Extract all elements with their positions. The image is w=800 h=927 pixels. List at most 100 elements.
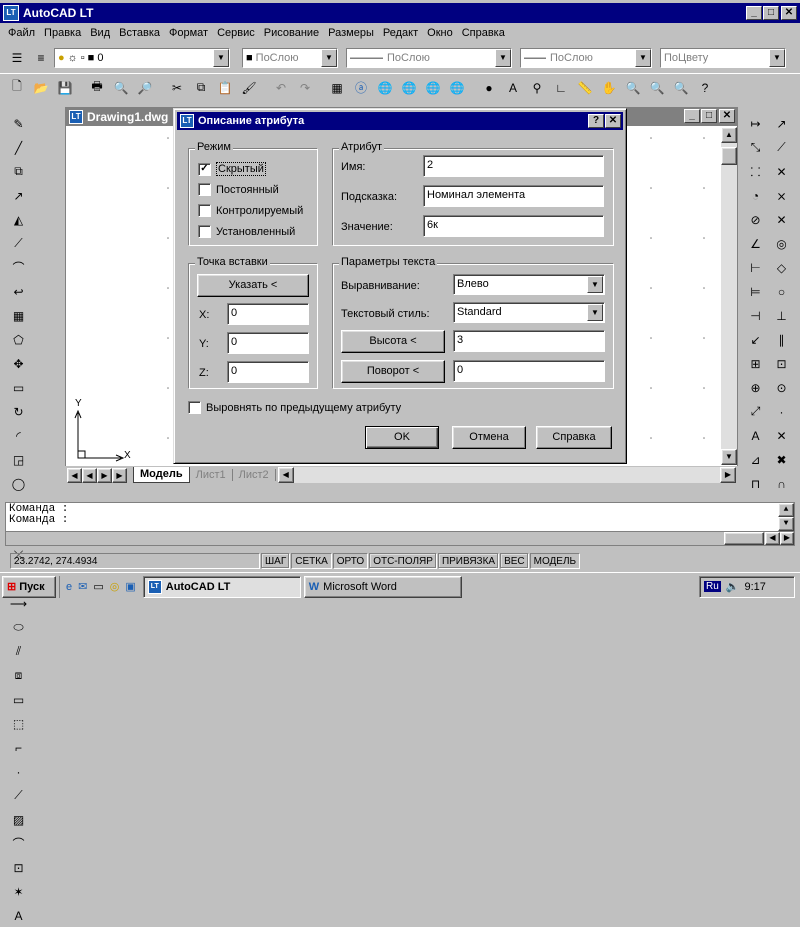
web-save-icon[interactable]: 🌐 xyxy=(446,77,468,99)
doc-close-button[interactable]: ✕ xyxy=(719,109,735,123)
snap-toggle[interactable]: ШАГ xyxy=(261,553,291,569)
help-icon[interactable]: ? xyxy=(694,77,716,99)
snap-midpoint-icon[interactable]: ⟋ xyxy=(769,136,794,159)
menu-draw[interactable]: Рисование xyxy=(264,27,319,39)
plotstyle-select[interactable]: ПоЦвету ▼ xyxy=(660,48,786,68)
grid-toggle[interactable]: СЕТКА xyxy=(291,553,332,569)
doc-maximize-button[interactable]: □ xyxy=(701,109,717,123)
snap-parallel-icon[interactable]: ∥ xyxy=(769,328,794,351)
x-input[interactable]: 0 xyxy=(227,303,309,325)
command-hscrollbar[interactable]: ◀ ▶ xyxy=(6,531,794,545)
ellipse-icon[interactable]: ⬭ xyxy=(6,616,31,639)
point-icon[interactable]: · xyxy=(6,760,31,783)
snap-clear-icon[interactable]: ✖ xyxy=(769,448,794,471)
match-properties-icon[interactable]: 🖌 xyxy=(238,77,260,99)
ie-icon[interactable]: e xyxy=(66,581,72,593)
zoom-previous-icon[interactable]: 🔍 xyxy=(670,77,692,99)
angular-dim-icon[interactable]: ∠ xyxy=(743,232,768,255)
snap-nearest-icon[interactable]: · xyxy=(769,400,794,423)
copy-object-icon[interactable]: ⧉ xyxy=(6,160,31,183)
dim-text-edit-icon[interactable]: A xyxy=(743,424,768,447)
tab-model[interactable]: Модель xyxy=(133,467,190,483)
verify-checkbox[interactable]: Контролируемый xyxy=(198,204,303,217)
hyperlink-icon[interactable]: ⓐ xyxy=(350,77,372,99)
polyline-icon[interactable]: ⟋ xyxy=(6,232,31,255)
scroll-left-icon[interactable]: ◀ xyxy=(765,532,780,545)
taskbar-word[interactable]: W Microsoft Word xyxy=(303,575,462,598)
linetype-select[interactable]: ——— ПоСлою ▼ xyxy=(346,48,512,68)
dialog-close-button[interactable]: ✕ xyxy=(605,114,621,128)
chevron-down-icon[interactable]: ▼ xyxy=(321,49,337,67)
taskbar-autocad[interactable]: LT AutoCAD LT xyxy=(142,575,301,598)
hatch-icon[interactable]: ▨ xyxy=(6,808,31,831)
web-open-icon[interactable]: 🌐 xyxy=(398,77,420,99)
make-block-icon[interactable]: ⬚ xyxy=(6,712,31,735)
menu-window[interactable]: Окно xyxy=(427,27,453,39)
chevron-down-icon[interactable]: ▼ xyxy=(495,49,511,67)
region-icon[interactable]: ⌒ xyxy=(6,832,31,855)
ucs-icon[interactable]: ∟ xyxy=(550,77,572,99)
height-input[interactable]: 3 xyxy=(453,330,605,352)
height-button[interactable]: Высота < xyxy=(341,330,445,353)
rotation-button[interactable]: Поворот < xyxy=(341,360,445,383)
menu-edit[interactable]: Правка xyxy=(44,27,81,39)
break-icon[interactable]: ⫽ xyxy=(6,640,31,663)
horizontal-scrollbar[interactable]: ◀ ▶ xyxy=(277,467,736,483)
menu-format[interactable]: Формат xyxy=(169,27,208,39)
layers-icon[interactable]: ☰ xyxy=(6,47,28,69)
fillet-icon[interactable]: ⌐ xyxy=(6,736,31,759)
menu-view[interactable]: Вид xyxy=(90,27,110,39)
close-button[interactable]: ✕ xyxy=(781,6,797,20)
vertical-scrollbar[interactable]: ▲ ▼ xyxy=(721,127,737,465)
tag-input[interactable]: 2 xyxy=(423,155,604,177)
osnap-toggle[interactable]: ПРИВЯЗКА xyxy=(437,553,500,569)
pick-point-button[interactable]: Указать < xyxy=(197,274,309,297)
dim-edit-icon[interactable]: ⤢ xyxy=(743,400,768,423)
array-icon[interactable]: ▦ xyxy=(6,304,31,327)
maximize-button[interactable]: □ xyxy=(763,6,779,20)
menu-modify[interactable]: Редакт xyxy=(383,27,418,39)
y-input[interactable]: 0 xyxy=(227,332,309,354)
explode-icon[interactable]: ⟋ xyxy=(6,784,31,807)
tolerance-icon[interactable]: ⊞ xyxy=(743,352,768,375)
scroll-right-icon[interactable]: ▶ xyxy=(780,532,794,545)
snap-endpoint-icon[interactable]: ↗ xyxy=(769,112,794,135)
scroll-right-icon[interactable]: ▶ xyxy=(720,467,736,483)
snap-apparent-icon[interactable]: ⨯ xyxy=(769,184,794,207)
minimize-button[interactable]: _ xyxy=(746,6,762,20)
spline-icon[interactable]: ↩ xyxy=(6,280,31,303)
tab-next-icon[interactable]: ▶ xyxy=(97,467,112,483)
preset-checkbox[interactable]: Установленный xyxy=(198,225,295,238)
image-icon[interactable]: ⊡ xyxy=(6,856,31,879)
polygon-icon[interactable]: ⬠ xyxy=(6,328,31,351)
snap-insert-icon[interactable]: ⊡ xyxy=(769,352,794,375)
command-window[interactable]: Команда : Команда : ▲ ▼ ◀ ▶ xyxy=(5,502,795,546)
desktop-icon[interactable]: ▭ xyxy=(93,580,103,593)
scroll-down-icon[interactable]: ▼ xyxy=(721,449,737,465)
insert-block-icon[interactable]: ⧈ xyxy=(6,664,31,687)
language-indicator[interactable]: Ru xyxy=(704,581,721,592)
redo-icon[interactable]: ↷ xyxy=(294,77,316,99)
align-below-checkbox[interactable]: Выровнять по предыдущему атрибуту xyxy=(188,401,401,414)
ortho-toggle[interactable]: ОРТО xyxy=(332,553,369,569)
autocad-quick-icon[interactable]: ▣ xyxy=(125,580,135,593)
dialog-help-button[interactable]: ? xyxy=(588,114,604,128)
print-preview-icon[interactable]: 🔍 xyxy=(110,77,132,99)
osnap-settings-icon[interactable]: ∩ xyxy=(769,472,794,495)
mtext-icon[interactable]: A xyxy=(6,904,31,927)
pan-icon[interactable]: ✋ xyxy=(598,77,620,99)
invisible-checkbox[interactable]: ✓ Скрытый xyxy=(198,162,266,176)
rotation-input[interactable]: 0 xyxy=(453,360,605,382)
offset-icon[interactable]: ⌒ xyxy=(6,256,31,279)
osnap-icon[interactable]: ● xyxy=(478,77,500,99)
help-button[interactable]: Справка xyxy=(536,426,612,449)
prompt-input[interactable]: Номинал элемента xyxy=(423,185,604,207)
save-icon[interactable]: 💾 xyxy=(54,77,76,99)
snap-perpendicular-icon[interactable]: ⊥ xyxy=(769,304,794,327)
model-toggle[interactable]: МОДЕЛЬ xyxy=(529,553,581,569)
erase-icon[interactable]: ✎ xyxy=(6,112,31,135)
zoom-window-icon[interactable]: 🔍 xyxy=(646,77,668,99)
copy-icon[interactable]: ⧉ xyxy=(190,77,212,99)
open-folder-icon[interactable]: 📂 xyxy=(30,77,52,99)
web-icon[interactable]: 🌐 xyxy=(374,77,396,99)
